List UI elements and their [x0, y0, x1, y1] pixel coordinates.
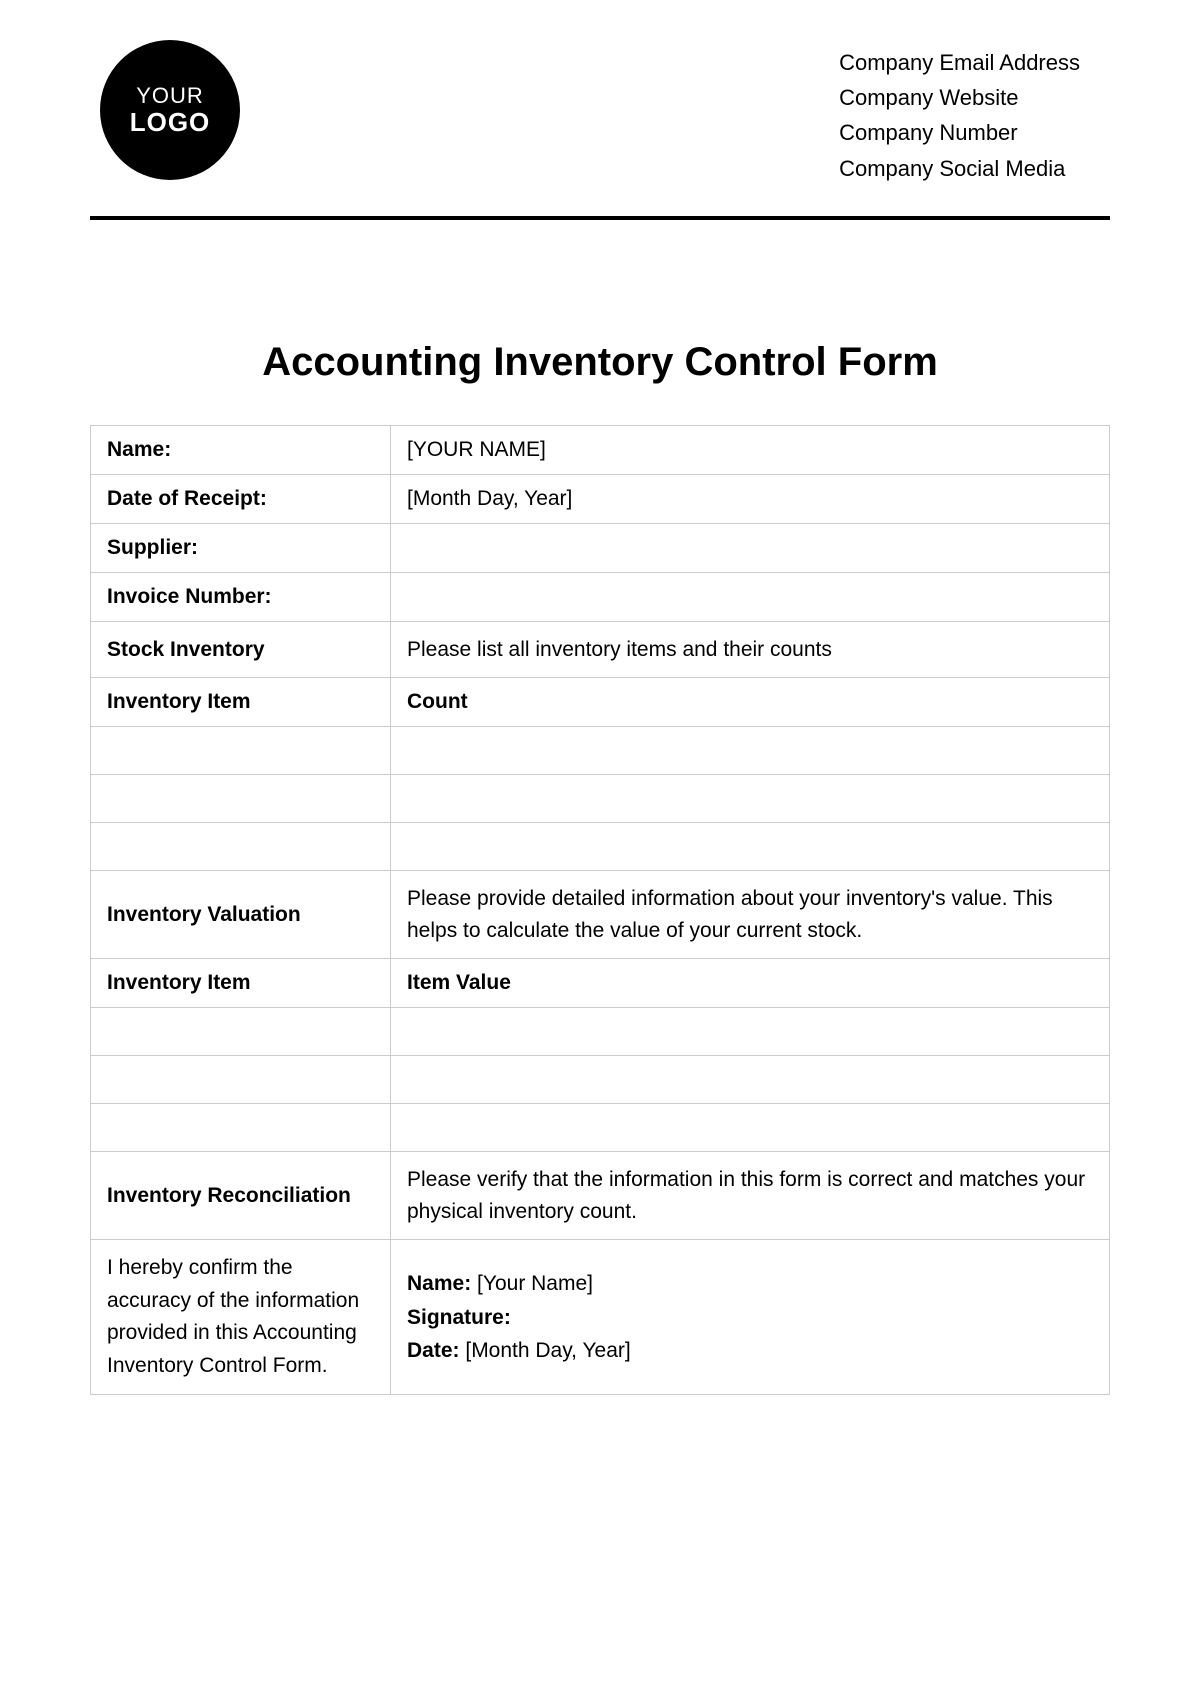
valuation-row-2 [91, 1056, 1110, 1104]
valuation-item-2[interactable] [91, 1056, 391, 1104]
reconciliation-instruction: Please verify that the information in th… [391, 1152, 1110, 1240]
company-email: Company Email Address [839, 45, 1080, 80]
supplier-label: Supplier: [91, 523, 391, 572]
invoice-value[interactable] [391, 572, 1110, 621]
valuation-value-3[interactable] [391, 1104, 1110, 1152]
stock-row-1 [91, 727, 1110, 775]
valuation-item-3[interactable] [91, 1104, 391, 1152]
invoice-label: Invoice Number: [91, 572, 391, 621]
stock-row-3 [91, 823, 1110, 871]
valuation-value-1[interactable] [391, 1008, 1110, 1056]
supplier-value[interactable] [391, 523, 1110, 572]
stock-item-3[interactable] [91, 823, 391, 871]
logo-text-line2: LOGO [130, 107, 211, 138]
row-invoice: Invoice Number: [91, 572, 1110, 621]
valuation-item-1[interactable] [91, 1008, 391, 1056]
stock-instruction: Please list all inventory items and thei… [391, 621, 1110, 678]
stock-col-count: Count [391, 678, 1110, 727]
sig-signature-label: Signature: [407, 1306, 511, 1329]
row-stock-header: Stock Inventory Please list all inventor… [91, 621, 1110, 678]
reconciliation-heading: Inventory Reconciliation [91, 1152, 391, 1240]
company-website: Company Website [839, 80, 1080, 115]
company-number: Company Number [839, 115, 1080, 150]
sig-name-label: Name: [407, 1272, 471, 1295]
date-label: Date of Receipt: [91, 474, 391, 523]
form-title: Accounting Inventory Control Form [90, 340, 1110, 385]
valuation-heading: Inventory Valuation [91, 871, 391, 959]
sig-date-value[interactable]: [Month Day, Year] [465, 1339, 630, 1362]
valuation-instruction: Please provide detailed information abou… [391, 871, 1110, 959]
valuation-value-2[interactable] [391, 1056, 1110, 1104]
row-date: Date of Receipt: [Month Day, Year] [91, 474, 1110, 523]
stock-item-1[interactable] [91, 727, 391, 775]
row-reconciliation-header: Inventory Reconciliation Please verify t… [91, 1152, 1110, 1240]
signature-block: Name: [Your Name] Signature: Date: [Mont… [391, 1240, 1110, 1395]
row-stock-columns: Inventory Item Count [91, 678, 1110, 727]
confirmation-text: I hereby confirm the accuracy of the inf… [91, 1240, 391, 1395]
row-valuation-header: Inventory Valuation Please provide detai… [91, 871, 1110, 959]
sig-date-label: Date: [407, 1339, 460, 1362]
company-social: Company Social Media [839, 151, 1080, 186]
stock-col-item: Inventory Item [91, 678, 391, 727]
valuation-row-1 [91, 1008, 1110, 1056]
row-valuation-columns: Inventory Item Item Value [91, 959, 1110, 1008]
logo-placeholder: YOUR LOGO [100, 40, 240, 180]
form-table: Name: [YOUR NAME] Date of Receipt: [Mont… [90, 425, 1110, 1396]
stock-count-2[interactable] [391, 775, 1110, 823]
stock-row-2 [91, 775, 1110, 823]
sig-name-value[interactable]: [Your Name] [477, 1272, 593, 1295]
stock-item-2[interactable] [91, 775, 391, 823]
date-value[interactable]: [Month Day, Year] [391, 474, 1110, 523]
row-name: Name: [YOUR NAME] [91, 425, 1110, 474]
valuation-col-item: Inventory Item [91, 959, 391, 1008]
name-value[interactable]: [YOUR NAME] [391, 425, 1110, 474]
name-label: Name: [91, 425, 391, 474]
stock-count-1[interactable] [391, 727, 1110, 775]
row-supplier: Supplier: [91, 523, 1110, 572]
company-info-block: Company Email Address Company Website Co… [839, 40, 1110, 186]
logo-text-line1: YOUR [136, 83, 204, 109]
stock-heading: Stock Inventory [91, 621, 391, 678]
valuation-col-value: Item Value [391, 959, 1110, 1008]
row-confirmation: I hereby confirm the accuracy of the inf… [91, 1240, 1110, 1395]
document-header: YOUR LOGO Company Email Address Company … [90, 40, 1110, 220]
valuation-row-3 [91, 1104, 1110, 1152]
stock-count-3[interactable] [391, 823, 1110, 871]
